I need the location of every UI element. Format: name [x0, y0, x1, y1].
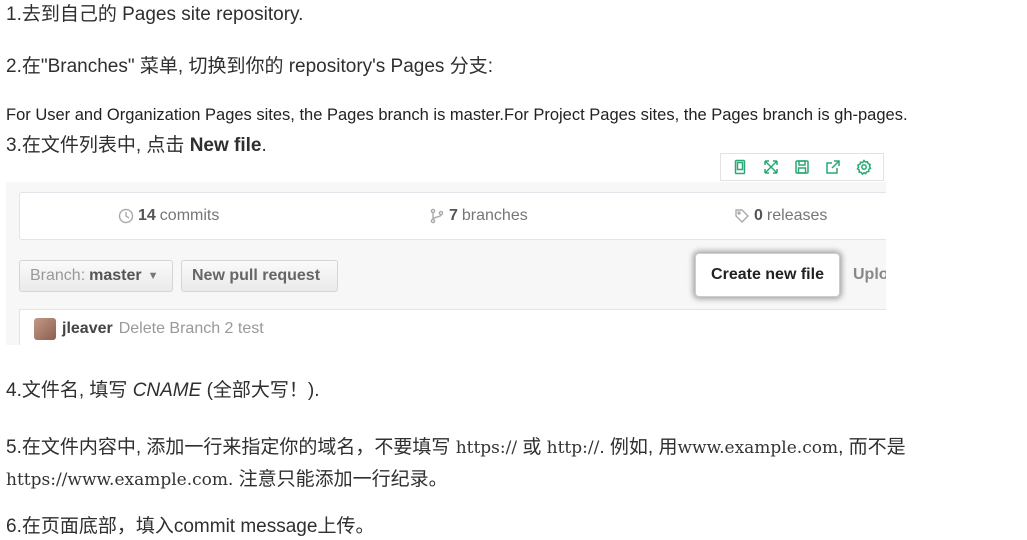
new-pull-request-button[interactable]: New pull request	[181, 260, 338, 292]
commits-count: 14	[138, 207, 156, 224]
step-3-new-file: New file	[189, 135, 262, 156]
branch-select-button[interactable]: Branch: master ▼	[19, 260, 173, 292]
step-5-text-e: . 注意只能添加一行纪录。	[228, 469, 448, 490]
step-5-text-a: 5.在文件内容中, 添加一行来指定你的域名，不要填写	[6, 437, 456, 458]
step-1: 1.去到自己的 Pages site repository.	[6, 4, 304, 25]
mobile-icon[interactable]	[731, 158, 749, 176]
repo-stats-bar: 14 commits 7 branches 0 releases	[19, 192, 886, 240]
latest-commit-row: jleaver Delete Branch 2 test	[19, 309, 886, 345]
step-5-text-c: . 例如, 用	[599, 437, 678, 458]
settings-icon[interactable]	[855, 158, 873, 176]
code-http: http://	[546, 438, 600, 458]
tag-icon	[735, 209, 749, 223]
branch-value: master	[89, 267, 142, 284]
commit-user[interactable]: jleaver	[62, 320, 113, 338]
create-new-file-button[interactable]: Create new file	[695, 253, 840, 297]
step-2: 2.在"Branches" 菜单, 切换到你的 repository's Pag…	[6, 56, 493, 77]
commits-label: commits	[159, 207, 220, 224]
step-6: 6.在页面底部，填入commit message上传。	[6, 516, 375, 537]
branch-label: Branch:	[30, 267, 86, 284]
code-https: https://	[455, 438, 518, 458]
fullscreen-icon[interactable]	[762, 158, 780, 176]
step-5-text-b: 或	[517, 437, 547, 458]
releases-count: 0	[754, 207, 763, 224]
commits-stat: 14 commits	[118, 207, 219, 225]
history-icon	[118, 208, 134, 224]
github-screenshot: 14 commits 7 branches 0 releases Branch:…	[6, 182, 886, 345]
save-icon[interactable]	[793, 158, 811, 176]
step-4-cname: CNAME	[132, 380, 202, 401]
branches-count: 7	[449, 207, 458, 224]
step-5-text-d: , 而不是	[838, 437, 906, 458]
avatar	[34, 318, 56, 340]
share-icon[interactable]	[824, 158, 842, 176]
step-4-end: (全部大写！).	[201, 380, 320, 401]
upload-button[interactable]: Uplo	[853, 266, 886, 284]
step-3-text: 3.在文件列表中, 点击	[6, 135, 190, 156]
code-example-domain: www.example.com	[677, 438, 839, 458]
branch-icon	[430, 208, 444, 224]
releases-label: releases	[766, 207, 828, 224]
branches-label: branches	[461, 207, 528, 224]
image-toolbar	[720, 153, 884, 181]
pages-branch-note: For User and Organization Pages sites, t…	[6, 106, 908, 124]
caret-down-icon: ▼	[147, 270, 159, 282]
step-3-end: .	[261, 135, 267, 156]
step-4: 4.文件名, 填写 CNAME (全部大写！).	[6, 380, 320, 402]
step-4-text: 4.文件名, 填写	[6, 380, 133, 401]
commit-message[interactable]: Delete Branch 2 test	[119, 320, 264, 338]
branches-stat: 7 branches	[429, 207, 528, 225]
releases-stat: 0 releases	[734, 207, 827, 225]
code-example-url: https://www.example.com	[6, 470, 229, 490]
step-5: 5.在文件内容中, 添加一行来指定你的域名，不要填写 https:// 或 ht…	[6, 432, 1021, 496]
step-3: 3.在文件列表中, 点击 New file.	[6, 135, 267, 157]
